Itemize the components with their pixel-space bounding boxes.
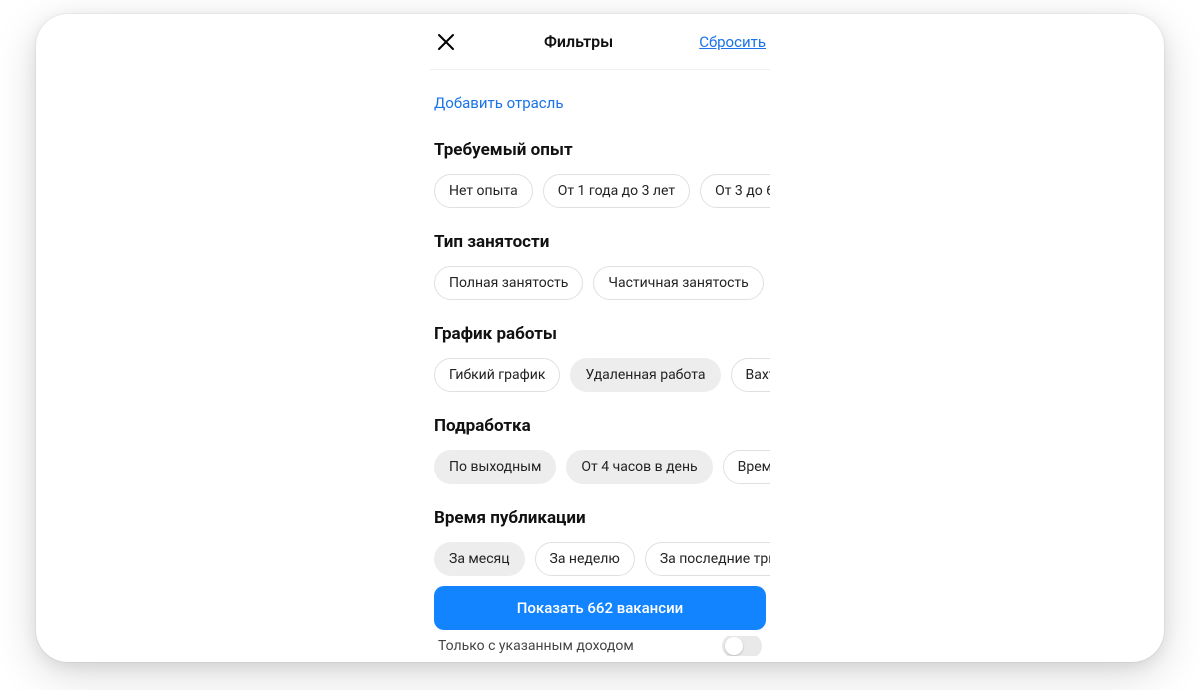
chip-experience-1[interactable]: От 1 года до 3 лет [543,174,690,208]
chip-published-2[interactable]: За последние три дня [645,542,770,576]
reset-link[interactable]: Сбросить [699,33,766,51]
chip-experience-2[interactable]: От 3 до 6 лет [700,174,770,208]
filters-panel: Фильтры Сбросить Добавить отрасль Требуе… [430,14,770,662]
section-title: Подработка [434,416,766,436]
section-experience: Требуемый опыт Нет опыта От 1 года до 3 … [430,126,770,218]
chip-row-published: За месяц За неделю За последние три дня [434,542,770,578]
chip-employment-0[interactable]: Полная занятость [434,266,583,300]
section-title: График работы [434,324,766,344]
close-icon[interactable] [434,30,458,54]
chip-parttime-2[interactable]: Временная р [723,450,770,484]
section-employment: Тип занятости Полная занятость Частичная… [430,218,770,310]
chip-experience-0[interactable]: Нет опыта [434,174,533,208]
section-title: Тип занятости [434,232,766,252]
chip-published-0[interactable]: За месяц [434,542,525,576]
section-schedule: График работы Гибкий график Удаленная ра… [430,310,770,402]
section-title: Требуемый опыт [434,140,766,160]
header: Фильтры Сбросить [430,14,770,70]
footer: Показать 662 вакансии Только с указанным… [430,586,770,662]
section-parttime: Подработка По выходным От 4 часов в день… [430,402,770,494]
filters-body[interactable]: Добавить отрасль Требуемый опыт Нет опыт… [430,70,770,598]
show-results-button[interactable]: Показать 662 вакансии [434,586,766,630]
chip-row-parttime: По выходным От 4 часов в день Временная … [434,450,770,486]
chip-schedule-0[interactable]: Гибкий график [434,358,560,392]
toggle-row-income-only: Только с указанным доходом [434,636,766,656]
chip-parttime-1[interactable]: От 4 часов в день [566,450,712,484]
chip-schedule-2[interactable]: Вахтовый мет [731,358,770,392]
chip-row-employment: Полная занятость Частичная занятость Про… [434,266,770,302]
chip-employment-1[interactable]: Частичная занятость [593,266,763,300]
chip-schedule-1[interactable]: Удаленная работа [570,358,720,392]
section-published: Время публикации За месяц За неделю За п… [430,494,770,586]
section-title: Время публикации [434,508,766,528]
add-industry-link[interactable]: Добавить отрасль [430,70,770,126]
chip-row-schedule: Гибкий график Удаленная работа Вахтовый … [434,358,770,394]
chip-parttime-0[interactable]: По выходным [434,450,556,484]
header-title: Фильтры [544,32,613,51]
toggle-income-only[interactable] [722,636,762,656]
device-frame: Фильтры Сбросить Добавить отрасль Требуе… [36,14,1164,662]
toggle-label: Только с указанным доходом [438,638,634,654]
chip-published-1[interactable]: За неделю [535,542,635,576]
chip-row-experience: Нет опыта От 1 года до 3 лет От 3 до 6 л… [434,174,770,210]
